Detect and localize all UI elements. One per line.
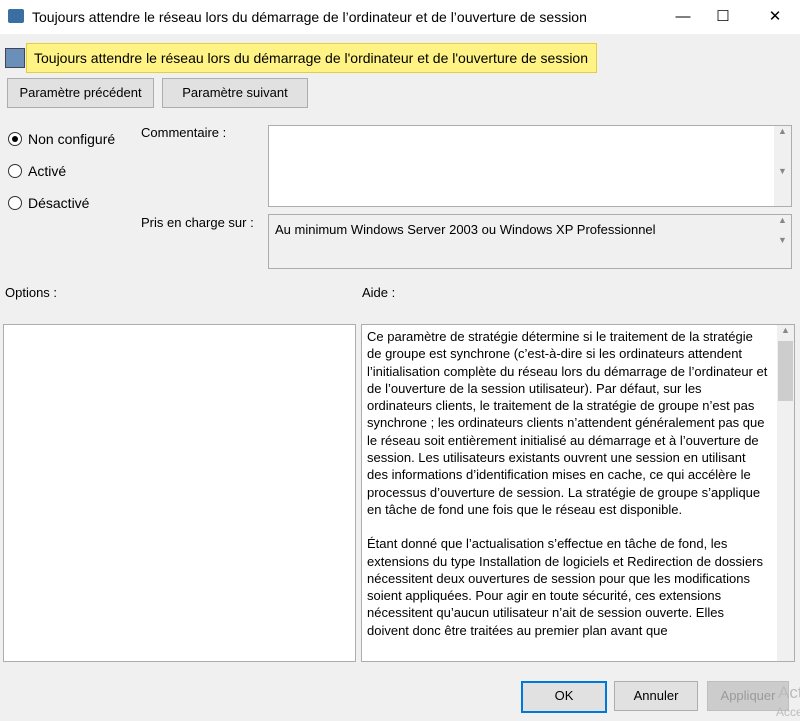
radio-enabled[interactable]: Activé bbox=[8, 163, 66, 179]
help-scrollbar[interactable]: ▲ bbox=[777, 325, 794, 661]
radio-circle bbox=[8, 196, 22, 210]
maximize-button[interactable]: ☐ bbox=[700, 0, 746, 34]
radio-circle bbox=[8, 132, 22, 146]
close-button[interactable]: ✕ bbox=[752, 0, 798, 34]
radio-disabled[interactable]: Désactivé bbox=[8, 195, 89, 211]
help-paragraph: Étant donné que l’actualisation s’effect… bbox=[367, 536, 764, 638]
comment-scrollbar[interactable]: ▲ ▼ bbox=[774, 126, 791, 206]
options-label: Options : bbox=[5, 285, 58, 300]
help-label: Aide : bbox=[362, 285, 396, 300]
supported-value: Au minimum Windows Server 2003 ou Window… bbox=[275, 222, 656, 237]
comment-label: Commentaire : bbox=[141, 125, 227, 140]
ok-button[interactable]: OK bbox=[521, 681, 607, 713]
radio-label: Désactivé bbox=[28, 195, 90, 211]
supported-on-field: Au minimum Windows Server 2003 ou Window… bbox=[268, 214, 792, 269]
options-panel bbox=[3, 324, 356, 662]
title-bar: Toujours attendre le réseau lors du déma… bbox=[0, 0, 800, 34]
app-icon bbox=[8, 9, 24, 23]
window-title: Toujours attendre le réseau lors du déma… bbox=[32, 9, 587, 25]
activation-watermark-sub: Acce bbox=[776, 705, 800, 719]
comment-textarea[interactable]: ▲ ▼ bbox=[268, 125, 792, 207]
activation-watermark: Act bbox=[778, 683, 800, 702]
supported-label: Pris en charge sur : bbox=[141, 215, 254, 230]
radio-label: Non configuré bbox=[28, 131, 116, 147]
radio-label: Activé bbox=[28, 163, 67, 179]
previous-setting-button[interactable]: Paramètre précédent bbox=[7, 78, 154, 108]
supported-scrollbar[interactable]: ▲ ▼ bbox=[774, 215, 791, 268]
cancel-button[interactable]: Annuler bbox=[614, 681, 698, 711]
next-setting-button[interactable]: Paramètre suivant bbox=[162, 78, 308, 108]
help-text: Ce paramètre de stratégie détermine si l… bbox=[361, 324, 774, 660]
policy-title-banner: Toujours attendre le réseau lors du déma… bbox=[26, 43, 597, 73]
radio-circle bbox=[8, 164, 22, 178]
radio-not-configured[interactable]: Non configuré bbox=[8, 131, 115, 147]
help-paragraph: Ce paramètre de stratégie détermine si l… bbox=[367, 329, 768, 517]
policy-icon bbox=[5, 48, 25, 68]
